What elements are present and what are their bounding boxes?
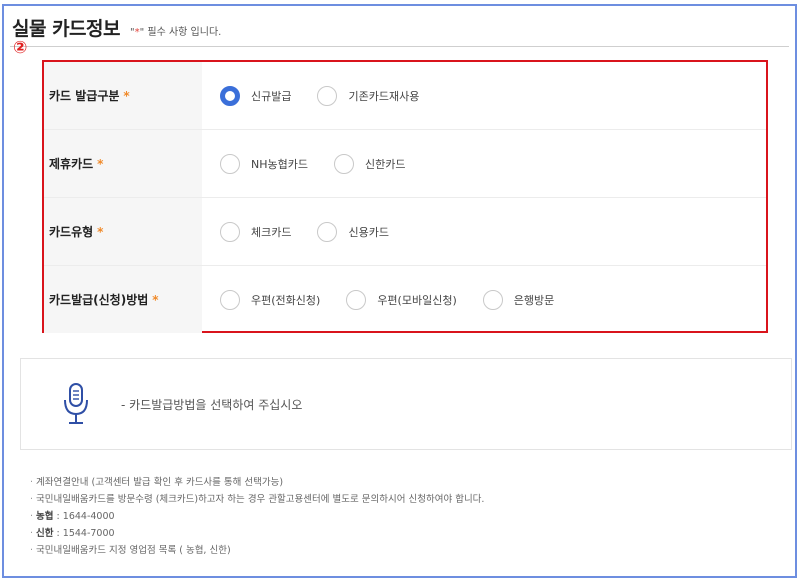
notice-list: 계좌연결안내 (고객센터 발급 확인 후 카드사를 통해 선택가능) 국민내일배… (30, 474, 484, 559)
option-new-issue[interactable]: 신규발급 (220, 85, 291, 106)
row-card-type: 카드유형 * 체크카드 신용카드 (44, 198, 766, 266)
row-label: 제휴카드 * (44, 130, 202, 197)
title-divider (10, 46, 789, 47)
page-frame: 실물 카드정보 "*" 필수 사항 입니다. ② 카드 발급구분 * 신규발급 기… (2, 4, 797, 578)
required-mark: * (97, 224, 104, 239)
voice-message: - 카드발급방법을 선택하여 주십시오 (121, 397, 303, 412)
radio-group-partner-card: NH농협카드 신한카드 (202, 130, 766, 197)
row-label: 카드발급(신청)방법 * (44, 266, 202, 333)
card-info-form: 카드 발급구분 * 신규발급 기존카드재사용 제휴카드 * NH농협카드 신한카… (42, 60, 768, 333)
radio-check-card[interactable] (220, 221, 240, 242)
row-issue-type: 카드 발급구분 * 신규발급 기존카드재사용 (44, 62, 766, 130)
section-header: 실물 카드정보 "*" 필수 사항 입니다. (12, 14, 221, 41)
option-mail-phone[interactable]: 우편(전화신청) (220, 289, 320, 310)
option-credit-card[interactable]: 신용카드 (317, 221, 389, 242)
radio-mail-phone[interactable] (220, 289, 240, 310)
radio-new-issue[interactable] (220, 85, 240, 106)
radio-group-issue-method: 우편(전화신청) 우편(모바일신청) 은행방문 (202, 266, 766, 333)
voice-guide-box: - 카드발급방법을 선택하여 주십시오 (20, 358, 792, 450)
required-mark: * (123, 88, 130, 103)
radio-nh-card[interactable] (220, 153, 240, 174)
option-nh-card[interactable]: NH농협카드 (220, 153, 308, 174)
page-title: 실물 카드정보 (12, 18, 121, 40)
option-check-card[interactable]: 체크카드 (220, 221, 291, 242)
option-reuse-card[interactable]: 기존카드재사용 (317, 85, 419, 106)
notice-item: 계좌연결안내 (고객센터 발급 확인 후 카드사를 통해 선택가능) (30, 474, 484, 491)
radio-reuse-card[interactable] (317, 85, 338, 106)
option-shinhan-card[interactable]: 신한카드 (333, 153, 405, 174)
required-mark: * (97, 156, 104, 171)
radio-bank-visit[interactable] (482, 289, 503, 310)
row-issue-method: 카드발급(신청)방법 * 우편(전화신청) 우편(모바일신청) 은행방문 (44, 266, 766, 333)
row-partner-card: 제휴카드 * NH농협카드 신한카드 (44, 130, 766, 198)
notice-item: 국민내일배움카드 지정 영업점 목록 ( 농협, 신한) (30, 542, 484, 559)
notice-item-nh-phone: 농협 : 1644-4000 (30, 508, 484, 525)
option-mail-mobile[interactable]: 우편(모바일신청) (346, 289, 457, 310)
radio-mail-mobile[interactable] (346, 289, 367, 310)
microphone-icon (64, 383, 88, 424)
step-badge: ② (13, 38, 28, 58)
option-bank-visit[interactable]: 은행방문 (482, 289, 554, 310)
required-mark: * (152, 292, 159, 307)
radio-group-issue-type: 신규발급 기존카드재사용 (202, 62, 766, 129)
row-label: 카드 발급구분 * (44, 62, 202, 129)
notice-item-shinhan-phone: 신한 : 1544-7000 (30, 525, 484, 542)
notice-item: 국민내일배움카드를 방문수령 (체크카드)하고자 하는 경우 관할고용센터에 별… (30, 491, 484, 508)
row-label: 카드유형 * (44, 198, 202, 265)
required-note: "*" 필수 사항 입니다. (130, 27, 222, 38)
radio-group-card-type: 체크카드 신용카드 (202, 198, 766, 265)
radio-credit-card[interactable] (317, 221, 338, 242)
radio-shinhan-card[interactable] (333, 153, 354, 174)
